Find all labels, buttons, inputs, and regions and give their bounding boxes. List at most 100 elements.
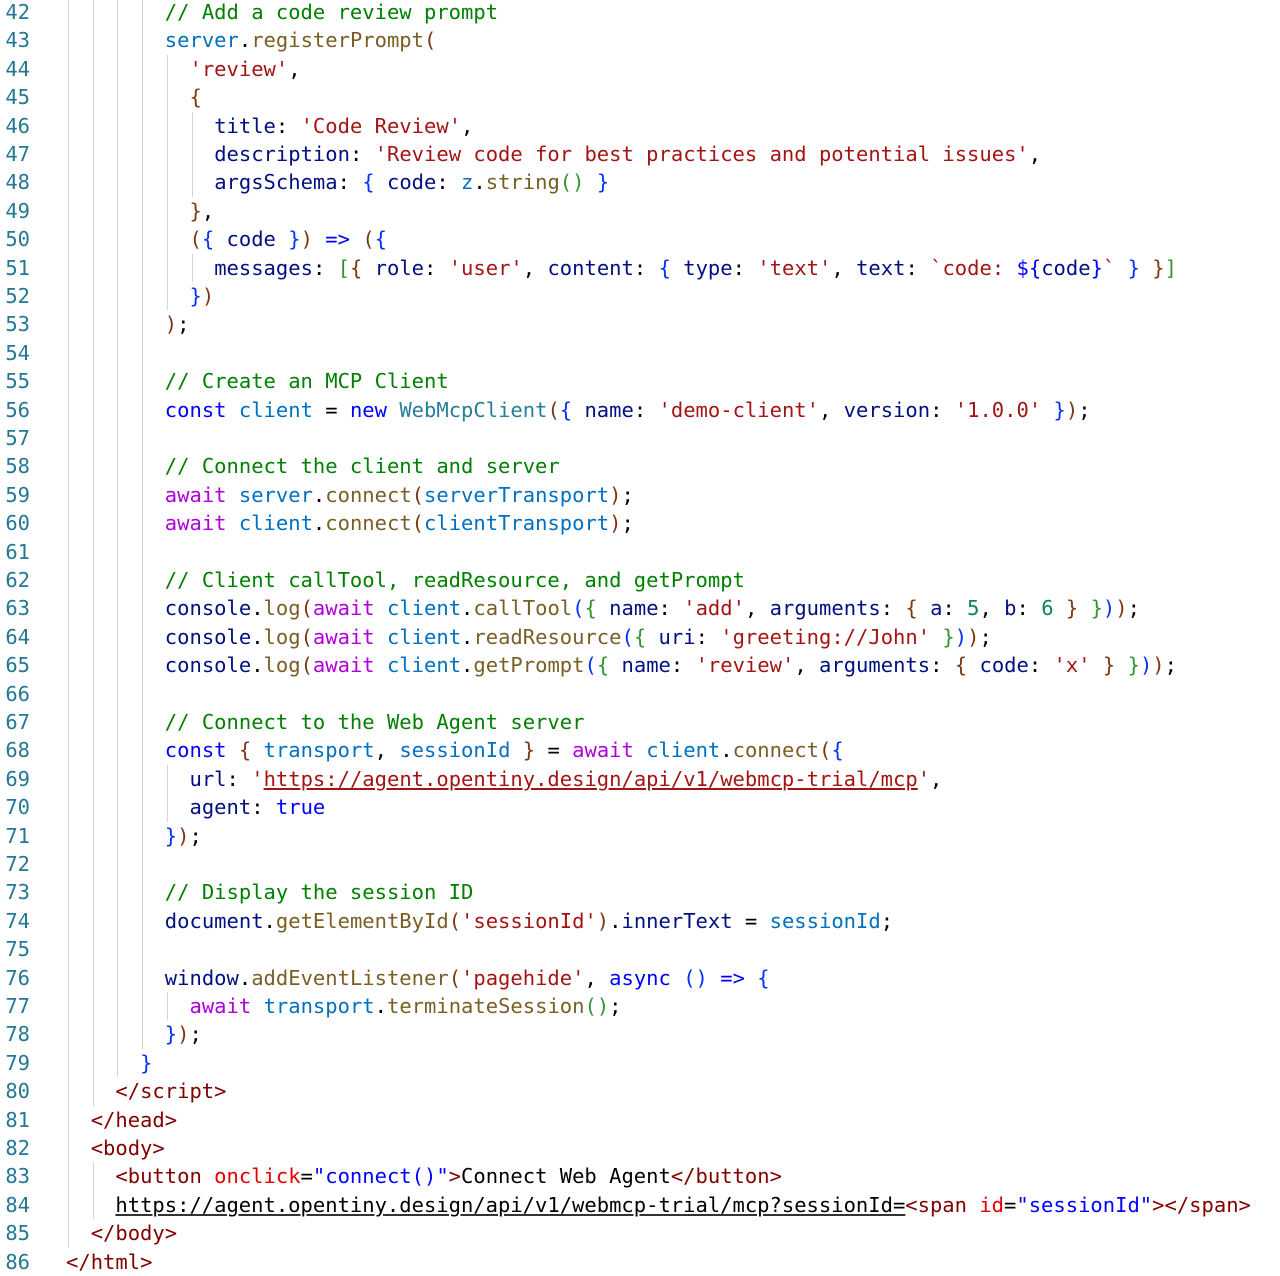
code-line[interactable]: 45 { [0, 83, 1280, 112]
indent-guide [142, 480, 144, 510]
code-token: addEventListener [251, 965, 449, 990]
code-token: () [584, 994, 610, 1018]
code-line[interactable]: 86 </html> [0, 1248, 1280, 1276]
code-line[interactable]: 53); [0, 310, 1280, 339]
indent-guide [117, 906, 119, 936]
code-line[interactable]: 59 await server.connect(serverTransport); [0, 480, 1280, 510]
indent-guide [142, 395, 144, 424]
code-editor[interactable]: 42// Add a code review prompt 43 server.re… [0, 0, 1280, 1275]
code-line[interactable]: 77 await transport.terminateSession(); [0, 992, 1280, 1021]
indent-guide [68, 906, 69, 936]
code-line[interactable]: 72 [0, 850, 1280, 879]
indent-guide [68, 1134, 69, 1163]
code-token: . [461, 596, 474, 621]
code-line[interactable]: 49}, [0, 196, 1280, 226]
indent-guide [142, 566, 144, 595]
code-line[interactable]: 75 [0, 935, 1280, 964]
code-line[interactable]: 70 agent: true [0, 793, 1280, 822]
code-line[interactable]: 81 </head> [0, 1105, 1280, 1134]
code-token: // Connect to the Web Agent server [164, 710, 585, 734]
code-line[interactable]: 63 console.log(await client.callTool({ na… [0, 594, 1280, 623]
code-token: '1.0.0' [954, 397, 1042, 422]
code-line[interactable]: 48 argsSchema: { code: z.string() } [0, 168, 1280, 197]
code-token: : [633, 255, 659, 280]
code-line[interactable]: 82 <body> [0, 1134, 1280, 1163]
indent-guide [68, 594, 69, 623]
indent-guide [92, 651, 94, 680]
code-line[interactable]: 66 [0, 679, 1280, 708]
code-line[interactable]: 85 </body> [0, 1219, 1280, 1248]
indent-guide [92, 452, 94, 481]
indent-guide [68, 83, 69, 112]
code-token: url [189, 766, 227, 791]
code-token: . [238, 965, 252, 990]
code-token: </ [90, 1107, 116, 1132]
code-token: code [214, 227, 289, 252]
code-line[interactable]: 44 'review', [0, 54, 1280, 84]
code-text: <button onclick="connect()">Connect Web … [115, 1162, 782, 1190]
code-line[interactable]: 43 server.registerPrompt( [0, 26, 1280, 55]
code-token: : [1016, 596, 1042, 621]
code-line[interactable]: 54 [0, 338, 1280, 368]
code-line[interactable]: 55 // Create an MCP Client [0, 367, 1280, 396]
indent-guide [142, 651, 144, 680]
code-line[interactable]: 74 document.getElementById('sessionId').i… [0, 906, 1280, 936]
code-line[interactable]: 68 const { transport, sessionId } = await… [0, 736, 1280, 765]
code-line[interactable]: 67 // Connect to the Web Agent server [0, 708, 1280, 737]
code-token: , [374, 738, 400, 763]
code-line[interactable]: 61 [0, 537, 1280, 566]
code-token: , [522, 255, 548, 280]
line-number: 85 [5, 1221, 30, 1246]
code-line[interactable]: 76 window.addEventListener('pagehide', as… [0, 963, 1280, 992]
code-line[interactable]: 83 <button onclick="connect()">Connect We… [0, 1162, 1280, 1191]
indent-guide [117, 225, 119, 254]
code-line[interactable]: 57 [0, 424, 1280, 453]
code-line[interactable]: 64 console.log(await client.readResource(… [0, 622, 1280, 652]
code-line[interactable]: 60 await client.connect(clientTransport); [0, 509, 1280, 538]
code-token: name [596, 596, 659, 621]
line-number: 73 [5, 880, 30, 905]
indent-guide [142, 850, 144, 879]
code-token: { [349, 255, 363, 280]
code-token: </ [1164, 1192, 1190, 1217]
code-token: await [312, 653, 375, 678]
code-line[interactable]: 52}) [0, 282, 1280, 311]
code-token: ( [300, 624, 313, 649]
code-line[interactable]: 79} [0, 1048, 1280, 1078]
code-line[interactable]: 73 // Display the session ID [0, 878, 1280, 907]
code-line[interactable]: 56 const client = new WebMcpClient({ name… [0, 395, 1280, 424]
code-line[interactable]: 42 // Add a code review prompt [0, 0, 1280, 27]
code-line[interactable]: 71}); [0, 821, 1280, 850]
code-token: code [1041, 255, 1091, 280]
code-token: uri [646, 624, 696, 649]
code-token: client [386, 624, 462, 649]
code-line[interactable]: 65 console.log(await client.getPrompt({ n… [0, 651, 1280, 680]
indent-guide [68, 111, 69, 140]
code-text: await client.connect(clientTransport); [165, 509, 634, 537]
code-token: ( [448, 965, 462, 990]
code-line[interactable]: 62 // Client callTool, readResource, and … [0, 566, 1280, 595]
indent-guide [142, 0, 144, 27]
indent-guide [117, 310, 119, 339]
code-line[interactable]: 78}); [0, 1020, 1280, 1049]
code-line[interactable]: 84 https://agent.opentiny.design/api/v1/w… [0, 1190, 1280, 1220]
code-token: // Connect the client and server [164, 454, 560, 479]
code-token: html [90, 1249, 141, 1274]
code-token: connect [325, 511, 412, 536]
code-token: . [312, 482, 326, 507]
code-token: 'add' [683, 596, 745, 621]
code-token: ( [621, 624, 634, 649]
indent-guide [92, 821, 94, 850]
code-line[interactable]: 50({ code }) => ({ [0, 225, 1280, 254]
code-line[interactable]: 80 </script> [0, 1077, 1280, 1106]
code-token: , [461, 113, 474, 138]
code-token: = [312, 397, 350, 422]
code-line[interactable]: 51 messages: [{ role: 'user', content: { … [0, 253, 1280, 282]
indent-guide [68, 54, 69, 84]
code-line[interactable]: 69 url: 'https://agent.opentiny.design/ap… [0, 764, 1280, 794]
code-line[interactable]: 58 // Connect the client and server [0, 452, 1280, 481]
code-line[interactable]: 46 title: 'Code Review', [0, 111, 1280, 140]
indent-guide [92, 1048, 94, 1078]
code-line[interactable]: 47 description: 'Review code for best pra… [0, 140, 1280, 169]
